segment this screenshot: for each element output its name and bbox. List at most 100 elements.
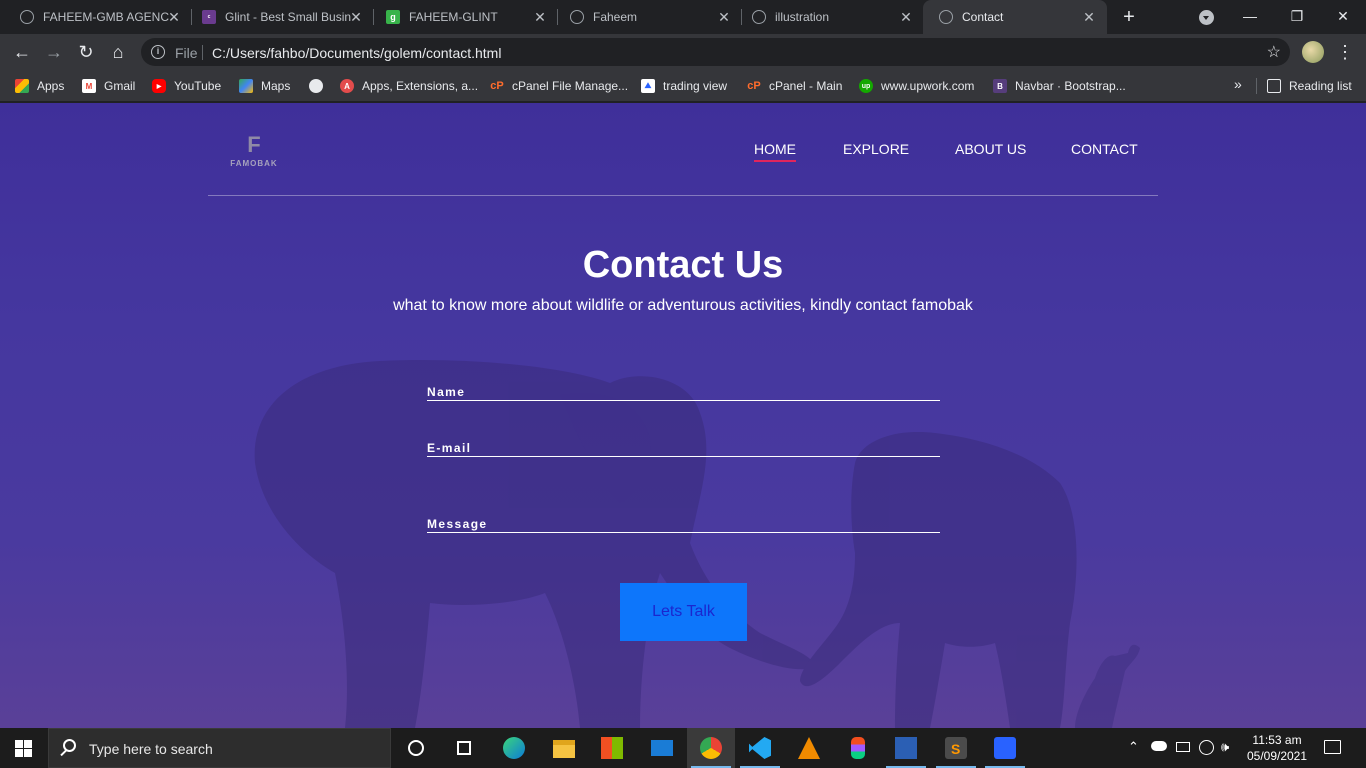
nav-link-about-us[interactable]: ABOUT US (955, 141, 1026, 157)
globe-icon (309, 79, 323, 93)
network-globe-icon[interactable] (1199, 740, 1214, 755)
maximize-button[interactable]: ❐ (1274, 0, 1320, 34)
gmail-icon: M (82, 79, 96, 93)
forward-arrow-icon[interactable]: → (42, 40, 66, 64)
battery-icon[interactable] (1176, 742, 1190, 752)
bookmark-label: trading view (663, 79, 728, 93)
bookmark-cpanel-main[interactable]: cP cPanel - Main (747, 77, 842, 95)
name-field[interactable]: Name (427, 381, 940, 401)
nav-link-explore[interactable]: EXPLORE (843, 141, 909, 157)
name-label: Name (427, 385, 466, 399)
tab-faheem[interactable]: Faheem ✕ (554, 0, 742, 34)
vscode-icon[interactable] (736, 728, 784, 768)
word-icon[interactable] (882, 728, 930, 768)
url-text[interactable]: C:/Users/fahbo/Documents/golem/contact.h… (212, 45, 501, 61)
windows-start-icon[interactable] (15, 740, 32, 757)
close-icon[interactable]: ✕ (716, 9, 732, 25)
profile-avatar[interactable] (1302, 41, 1324, 63)
address-separator (202, 45, 203, 60)
close-icon[interactable]: ✕ (532, 9, 548, 25)
upwork-icon: up (859, 79, 873, 93)
globe-icon (939, 10, 953, 24)
nav-divider (208, 195, 1158, 196)
bookmarks-bar: Apps M Gmail ▶ YouTube Maps A Apps, Exte… (0, 70, 1366, 102)
new-tab-button[interactable]: + (1118, 6, 1140, 28)
info-icon[interactable]: i (151, 45, 165, 59)
chrome-menu-icon[interactable]: ⋮ (1336, 40, 1354, 64)
volume-icon[interactable]: 🕪 (1221, 739, 1229, 755)
back-arrow-icon[interactable]: ← (10, 40, 34, 64)
bookmark-label: Maps (261, 79, 291, 93)
minimize-button[interactable]: — (1227, 0, 1273, 34)
home-icon[interactable]: ⌂ (106, 40, 130, 64)
page-title: Contact Us (582, 244, 784, 286)
task-view-icon[interactable] (440, 728, 488, 768)
bookmarks-overflow-icon[interactable]: » (1234, 76, 1242, 92)
tab-title: Faheem (593, 10, 638, 24)
logo-mark: F (247, 132, 261, 157)
tradingview-icon[interactable] (981, 728, 1029, 768)
scheme-label: File (175, 45, 198, 61)
edge-icon[interactable] (490, 728, 538, 768)
figma-icon[interactable] (834, 728, 882, 768)
taskbar-search-box[interactable]: Type here to search (48, 728, 391, 768)
cortana-icon[interactable] (392, 728, 440, 768)
bookmark-bootstrap[interactable]: B Navbar · Bootstrap... (993, 77, 1126, 95)
globe-icon (570, 10, 584, 24)
tab-contact[interactable]: Contact ✕ (923, 0, 1107, 34)
tradingview-icon: ⛰ (641, 79, 655, 93)
tab-illustration[interactable]: illustration ✕ (736, 0, 924, 34)
close-icon[interactable]: ✕ (1081, 9, 1097, 25)
close-icon[interactable]: ✕ (348, 9, 364, 25)
reading-list-button[interactable]: Reading list (1267, 77, 1352, 95)
mail-icon[interactable] (638, 728, 686, 768)
lets-talk-button[interactable]: Lets Talk (620, 583, 747, 641)
bookmark-label: cPanel File Manage... (512, 79, 629, 93)
notification-center-icon[interactable] (1324, 740, 1341, 754)
close-window-button[interactable]: ✕ (1320, 0, 1366, 34)
reload-icon[interactable]: ↻ (74, 40, 98, 64)
close-icon[interactable]: ✕ (166, 9, 182, 25)
windows-taskbar: Type here to search S ⌃ 🕪 11:53 am 05/09… (0, 728, 1366, 768)
email-field[interactable]: E-mail (427, 437, 940, 457)
bookmark-globe[interactable] (309, 77, 331, 95)
bookmark-trading-view[interactable]: ⛰ trading view (641, 77, 727, 95)
tab-glint[interactable]: c Glint - Best Small Business ✕ (186, 0, 374, 34)
extensions-icon: A (340, 79, 354, 93)
sublime-icon[interactable]: S (932, 728, 980, 768)
tab-title: illustration (775, 10, 830, 24)
nav-link-contact[interactable]: CONTACT (1071, 141, 1138, 157)
bookmark-label: Gmail (104, 79, 136, 93)
message-field[interactable]: Message (427, 513, 940, 533)
colorlib-icon: c (202, 10, 216, 24)
bookmark-label: Apps, Extensions, a... (362, 79, 479, 93)
store-icon[interactable] (588, 728, 636, 768)
youtube-icon: ▶ (152, 79, 166, 93)
tab-faheem-gmb[interactable]: FAHEEM-GMB AGENCY ✕ (4, 0, 192, 34)
onedrive-icon[interactable] (1151, 741, 1167, 751)
chrome-icon[interactable] (687, 728, 735, 768)
system-clock[interactable]: 11:53 am 05/09/2021 (1244, 732, 1310, 764)
apps-grid-icon (15, 79, 29, 93)
bookmark-maps[interactable]: Maps (239, 77, 290, 95)
address-bar[interactable]: i File C:/Users/fahbo/Documents/golem/co… (141, 38, 1290, 66)
show-hidden-icons[interactable]: ⌃ (1128, 739, 1139, 755)
bookmark-star-icon[interactable]: ☆ (1267, 42, 1281, 62)
bookmark-upwork[interactable]: up www.upwork.com (859, 77, 974, 95)
maps-icon (239, 79, 253, 93)
bookmark-extensions[interactable]: A Apps, Extensions, a... (340, 77, 478, 95)
bookmark-label: cPanel - Main (769, 79, 843, 93)
bookmark-youtube[interactable]: ▶ YouTube (152, 77, 221, 95)
email-label: E-mail (427, 441, 472, 455)
bookmark-gmail[interactable]: M Gmail (82, 77, 135, 95)
tab-search-icon[interactable] (1199, 10, 1214, 25)
file-explorer-icon[interactable] (540, 728, 588, 768)
bookmark-apps[interactable]: Apps (15, 77, 64, 95)
close-icon[interactable]: ✕ (898, 9, 914, 25)
vlc-icon[interactable] (785, 728, 833, 768)
nav-link-home[interactable]: HOME (754, 141, 796, 162)
bookmark-cpanel-file-manager[interactable]: cP cPanel File Manage... (490, 77, 628, 95)
famobak-logo[interactable]: F FAMOBAK (230, 132, 278, 169)
clock-time: 11:53 am (1252, 733, 1302, 747)
tab-faheem-glint[interactable]: g FAHEEM-GLINT ✕ (370, 0, 558, 34)
